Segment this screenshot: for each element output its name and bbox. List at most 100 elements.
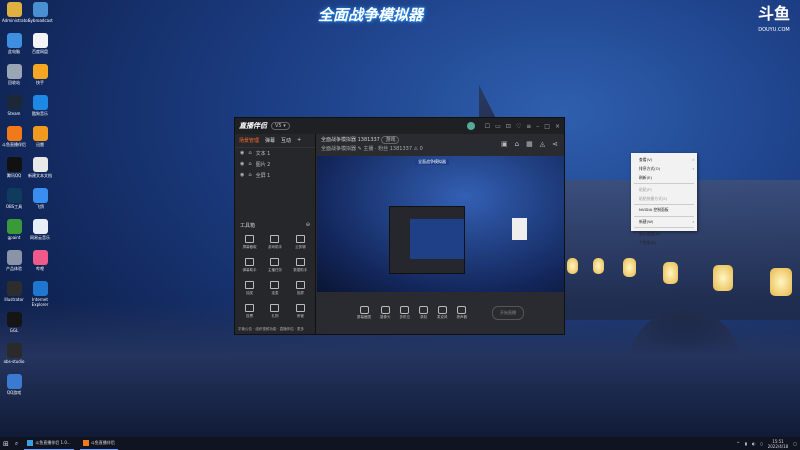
eye-icon[interactable]: ◉ [240,161,244,168]
app-icon [6,219,22,234]
window-control-icon[interactable]: × [555,123,560,130]
window-control-icon[interactable]: ☐ [485,123,490,130]
tool-button[interactable]: 游戏助手 [262,235,287,250]
control-button[interactable]: 麦克风 [437,306,448,320]
eye-icon[interactable]: ◉ [240,172,244,179]
eye-icon[interactable]: ◉ [240,150,244,157]
context-menu-item[interactable]: 个性化(R) [631,238,697,247]
notification-icon[interactable]: ▢ [793,441,797,446]
record-icon[interactable]: ▣ [501,140,508,148]
desktop-icon[interactable]: GGL [2,312,26,333]
desktop-icon[interactable]: 百度网盘 [28,33,52,54]
avatar[interactable] [466,122,475,130]
control-button[interactable]: 多机位 [400,306,410,320]
tab-1[interactable]: 弹幕 [265,137,275,144]
tool-button[interactable]: 礼物 [262,304,287,319]
app-icon [6,64,22,79]
context-menu-item[interactable]: 新建(W) › [631,218,697,227]
footer-notice[interactable]: 平衡公告 · 组织视频功能 · 直播伴侣 · 更多 [238,327,304,332]
input-icon[interactable]: ▯ [761,441,763,446]
tool-icon [270,258,280,266]
context-menu-item[interactable]: 查看(V) › [631,156,697,165]
version-badge[interactable]: V5 ▾ [271,122,290,130]
tab-2[interactable]: 互动 [281,137,291,144]
control-button[interactable]: 摄像头 [380,306,391,320]
desktop-icon[interactable]: Illustrator [2,281,26,302]
tool-button[interactable]: 数据助手 [288,258,313,273]
desktop-icon[interactable]: 腾讯QQ [2,157,26,178]
desktop-icon-label: 斗鱼直播伴侣 [2,142,26,147]
desktop-icon[interactable]: Steam [2,95,26,116]
window-control-icon[interactable]: ⊡ [506,123,511,130]
desktop-icon[interactable]: 斗鱼直播伴侣 [2,126,26,147]
lock-icon[interactable]: ⌂ [248,172,251,179]
scene-item[interactable]: ◉ ⌂ 全屏 1 [235,170,315,181]
tool-button[interactable]: 屏幕截取 [237,235,262,250]
context-menu-item[interactable]: 粘贴(P) [631,185,697,194]
desktop-icon[interactable]: 酷狗音乐 [28,95,52,116]
window-control-icon[interactable]: □ [544,123,550,130]
window-control-icon[interactable]: ♡ [516,123,521,130]
scene-item[interactable]: ◉ ⌂ 图片 2 [235,159,315,170]
tool-button[interactable]: 主播任务 [262,258,287,273]
tool-button[interactable]: 连麦 [262,281,287,296]
control-button[interactable]: 屏幕截图 [357,306,371,320]
desktop-icon[interactable]: QQ游戏 [2,374,26,395]
desktop-icon[interactable]: 回收站 [2,64,26,85]
desktop-icon-label: obs-studio [3,359,25,364]
lock-icon[interactable]: ⌂ [248,161,251,168]
desktop-icon[interactable]: Sybroadcast [28,2,53,23]
tool-button[interactable]: 投屏 [288,281,313,296]
desktop-icon[interactable]: 飞鸽 [28,188,52,209]
desktop-icon[interactable]: 此电脑 [2,33,26,54]
app-icon [6,95,22,110]
desktop-icon[interactable]: 产品体验 [2,250,26,271]
tool-button[interactable]: 云剪辑 [288,235,313,250]
toolbox-settings-icon[interactable]: ⊖ [306,222,310,229]
tool-button[interactable]: 弹幕助手 [237,258,262,273]
start-icon[interactable]: ⊞ [3,440,9,448]
stream-preview[interactable]: 全面战争模拟器 [317,156,564,292]
tab-0[interactable]: 场景管理 [239,137,259,144]
lock-icon[interactable]: ⌂ [248,150,251,157]
desktop-icon[interactable]: 网易云音乐 [28,219,52,240]
desktop-icon[interactable]: Administrator [2,2,29,23]
room-tag[interactable]: 游戏 [381,136,400,144]
gallery-icon[interactable]: ▦ [526,140,533,148]
context-menu-item[interactable]: 粘贴快捷方式(S) [631,194,697,203]
context-menu-item[interactable]: 显示设置(D) [631,229,697,238]
desktop-icon[interactable]: 快手 [28,64,52,85]
context-menu-item[interactable]: 刷新(E) [631,174,697,183]
lock-icon[interactable]: ⌂ [515,140,519,148]
window-control-icon[interactable]: ▭ [495,123,501,130]
scene-item[interactable]: ◉ ⌂ 文本 1 [235,148,315,159]
chevron-up-icon[interactable]: ^ [736,441,739,446]
control-button[interactable]: 录制 [419,306,428,320]
context-menu-item[interactable]: NVIDIA 控制面板 [631,206,697,215]
search-icon[interactable]: ⌕ [15,440,18,448]
context-menu-item[interactable]: 排序方式(O) › [631,165,697,174]
clock[interactable]: 15:51 2022/4/18 [768,439,789,449]
tool-button[interactable]: 投票 [237,304,262,319]
taskbar-item[interactable]: 斗鱼直播伴侣 [79,437,118,450]
desktop-icon[interactable]: obs-studio [2,343,26,364]
taskbar-item[interactable]: 斗鱼直播伴侣 1.0... [24,437,74,450]
network-icon[interactable]: ▮ [745,441,747,446]
desktop-icon[interactable]: 迅雷 [28,126,52,147]
window-control-icon[interactable]: ≡ [526,123,531,130]
desktop-icon[interactable]: Internet Explorer [28,281,52,307]
control-button[interactable]: 扬声器 [457,306,467,320]
desktop-icon[interactable]: 新建文本文档 [28,157,52,178]
desktop-icon[interactable]: gpaint [2,219,26,240]
volume-icon[interactable]: ◐ [752,441,756,446]
bell-icon[interactable]: ◬ [540,140,545,148]
window-control-icon[interactable]: – [536,123,539,130]
tool-icon [245,235,255,243]
tab-3[interactable]: + [297,137,301,144]
desktop-icon[interactable]: OBS工具 [2,188,26,209]
desktop-icon[interactable]: 哔哩 [28,250,52,271]
share-icon[interactable]: ⋖ [552,140,558,148]
go-live-button[interactable]: 开始直播 [492,306,524,320]
tool-button[interactable]: 房管 [288,304,313,319]
tool-button[interactable]: 抽奖 [237,281,262,296]
